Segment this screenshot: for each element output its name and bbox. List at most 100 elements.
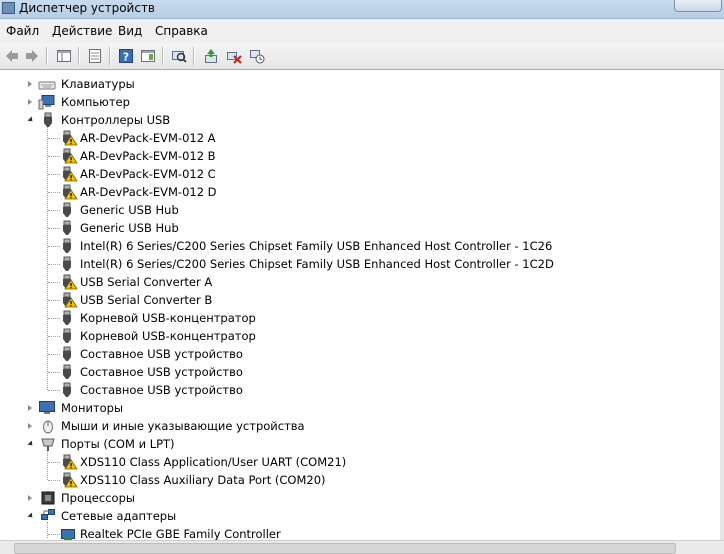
tree-connector xyxy=(48,192,60,193)
tree-node-label: USB Serial Converter B xyxy=(80,293,213,307)
tree-connector xyxy=(48,480,60,481)
window-controls[interactable] xyxy=(674,0,722,12)
tree-connector xyxy=(48,228,60,229)
scrollbar-thumb[interactable] xyxy=(14,543,676,554)
help-icon[interactable]: ? xyxy=(117,47,135,65)
tree-connector xyxy=(48,282,60,283)
tree-node-ports[interactable]: Порты (COM и LPT) xyxy=(0,435,700,453)
tree-connector xyxy=(48,462,60,463)
tree-node-device[interactable]: Корневой USB-концентратор xyxy=(0,309,700,327)
expand-arrow-icon[interactable] xyxy=(28,495,32,501)
toolbar-separator xyxy=(162,47,164,65)
tree-node-device[interactable]: Intel(R) 6 Series/C200 Series Chipset Fa… xyxy=(0,255,700,273)
tree-node-usb-controllers[interactable]: Контроллеры USB xyxy=(0,111,700,129)
tree-node-device[interactable]: XDS110 Class Application/User UART (COM2… xyxy=(0,453,700,471)
tree-node-device[interactable]: USB Serial Converter A xyxy=(0,273,700,291)
tree-node-label: Сетевые адаптеры xyxy=(61,509,177,523)
action-pane-icon[interactable] xyxy=(139,47,157,65)
tree-node-label: XDS110 Class Application/User UART (COM2… xyxy=(80,455,347,469)
properties-page-icon[interactable] xyxy=(86,47,104,65)
expand-arrow-icon[interactable] xyxy=(28,405,32,411)
menu-action[interactable]: Действие xyxy=(52,24,112,38)
tree-node-mice[interactable]: Мыши и иные указывающие устройства xyxy=(0,417,700,435)
svg-text:?: ? xyxy=(123,51,129,64)
expand-arrow-icon[interactable] xyxy=(28,423,32,429)
expand-arrow-icon[interactable] xyxy=(28,81,32,87)
usb-device-icon xyxy=(60,202,76,218)
tree-node-device[interactable]: Составное USB устройство xyxy=(0,381,700,399)
toolbar-separator xyxy=(193,47,195,65)
tree-node-monitors[interactable]: Мониторы xyxy=(0,399,700,417)
keyboard-icon xyxy=(38,76,56,92)
network-icon xyxy=(40,508,56,524)
expand-arrow-icon[interactable] xyxy=(28,99,32,105)
usb-device-icon xyxy=(60,220,76,236)
tree-node-device[interactable]: AR-DevPack-EVM-012 D xyxy=(0,183,700,201)
tree-node-device[interactable]: Generic USB Hub xyxy=(0,219,700,237)
tree-node-keyboards[interactable]: Клавиатуры xyxy=(0,75,700,93)
device-tree: Клавиатуры Компьютер Контроллеры USB AR-… xyxy=(0,70,720,541)
tree-connector xyxy=(48,390,60,391)
usb-device-warning-icon xyxy=(60,130,78,146)
port-icon xyxy=(40,436,56,452)
window-title: Диспетчер устройств xyxy=(19,1,156,15)
tree-connector xyxy=(48,156,60,157)
toolbar-separator xyxy=(46,47,48,65)
usb-device-icon xyxy=(60,364,76,380)
usb-device-warning-icon xyxy=(60,472,78,488)
vertical-scrollbar[interactable] xyxy=(720,70,724,540)
tree-node-label: AR-DevPack-EVM-012 A xyxy=(80,131,216,145)
tree-node-label: Мыши и иные указывающие устройства xyxy=(61,419,305,433)
tree-node-network-adapters[interactable]: Сетевые адаптеры xyxy=(0,507,700,525)
tree-node-computer[interactable]: Компьютер xyxy=(0,93,700,111)
tree-node-label: Контроллеры USB xyxy=(61,113,171,127)
tree-connector xyxy=(48,138,60,139)
tree-connector xyxy=(48,354,60,355)
collapse-arrow-icon[interactable] xyxy=(27,116,35,124)
tree-node-label: Составное USB устройство xyxy=(80,383,243,397)
monitor-icon xyxy=(38,400,55,416)
uninstall-icon[interactable] xyxy=(225,47,243,65)
tree-node-device[interactable]: AR-DevPack-EVM-012 A xyxy=(0,129,700,147)
tree-node-label: Компьютер xyxy=(61,95,130,109)
disable-icon[interactable] xyxy=(248,47,266,65)
tree-node-device[interactable]: AR-DevPack-EVM-012 C xyxy=(0,165,700,183)
tree-node-label: Составное USB устройство xyxy=(80,365,243,379)
tree-node-processors[interactable]: Процессоры xyxy=(0,489,700,507)
menu-view[interactable]: Вид xyxy=(118,24,142,38)
back-icon[interactable] xyxy=(3,47,21,65)
tree-node-label: Порты (COM и LPT) xyxy=(61,437,175,451)
tree-node-device[interactable]: Generic USB Hub xyxy=(0,201,700,219)
collapse-arrow-icon[interactable] xyxy=(27,440,35,448)
usb-device-icon xyxy=(60,382,76,398)
mouse-icon xyxy=(40,418,56,434)
title-bar: Диспетчер устройств xyxy=(0,0,724,19)
horizontal-scrollbar[interactable] xyxy=(0,540,724,554)
tree-connector xyxy=(48,264,60,265)
tree-node-label: Generic USB Hub xyxy=(80,221,179,235)
menu-help[interactable]: Справка xyxy=(155,24,208,38)
scan-hardware-icon[interactable] xyxy=(170,47,188,65)
tree-node-device[interactable]: Intel(R) 6 Series/C200 Series Chipset Fa… xyxy=(0,237,700,255)
console-tree-icon[interactable] xyxy=(55,47,73,65)
tree-node-device[interactable]: USB Serial Converter B xyxy=(0,291,700,309)
tree-node-device[interactable]: Корневой USB-концентратор xyxy=(0,327,700,345)
usb-device-icon xyxy=(60,310,76,326)
app-icon xyxy=(2,2,15,14)
menu-file[interactable]: Файл xyxy=(6,24,39,38)
forward-icon[interactable] xyxy=(23,47,41,65)
tree-node-device[interactable]: Составное USB устройство xyxy=(0,363,700,381)
update-driver-icon[interactable] xyxy=(202,47,220,65)
usb-device-warning-icon xyxy=(60,184,78,200)
tree-node-label: Generic USB Hub xyxy=(80,203,179,217)
collapse-arrow-icon[interactable] xyxy=(27,512,35,520)
tree-node-device[interactable]: Составное USB устройство xyxy=(0,345,700,363)
tree-node-device[interactable]: XDS110 Class Auxiliary Data Port (COM20) xyxy=(0,471,700,489)
tree-node-label: AR-DevPack-EVM-012 C xyxy=(80,167,216,181)
usb-device-warning-icon xyxy=(60,292,78,308)
tree-connector xyxy=(48,246,60,247)
usb-device-warning-icon xyxy=(60,274,78,290)
tree-node-device[interactable]: AR-DevPack-EVM-012 B xyxy=(0,147,700,165)
tree-connector xyxy=(48,336,60,337)
usb-device-warning-icon xyxy=(60,148,78,164)
